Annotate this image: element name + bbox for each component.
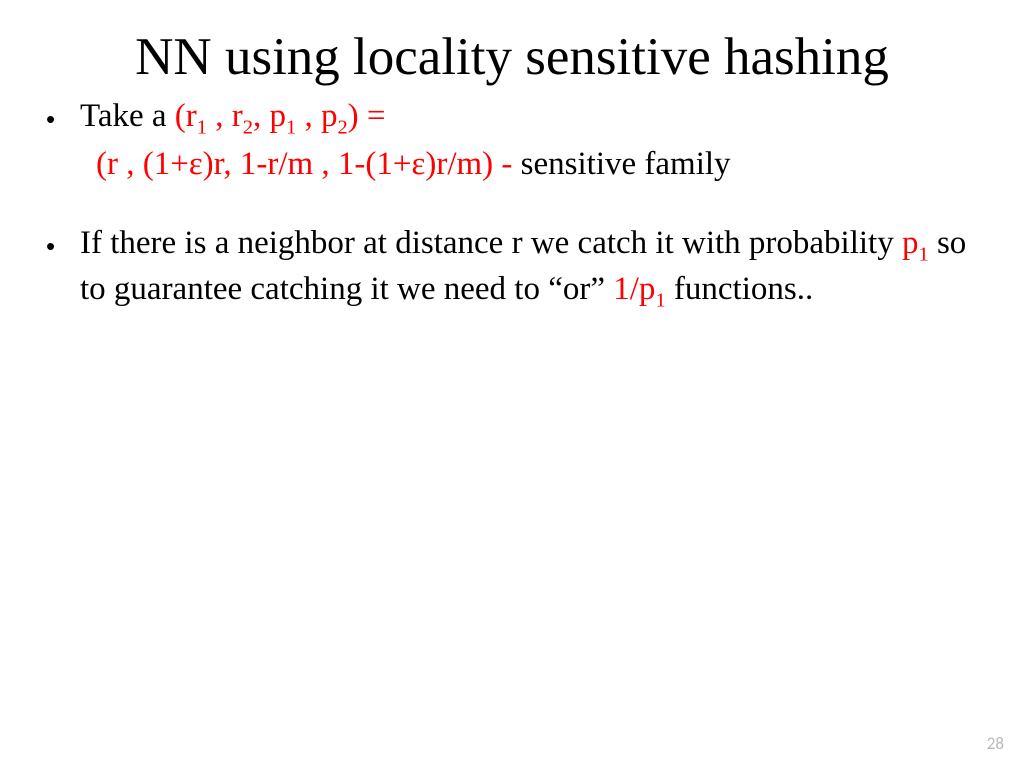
tuple-close: ) = (348, 98, 386, 134)
b2-p1-sub: 1 (918, 244, 928, 266)
b2-inv-sub: 1 (655, 289, 665, 311)
bullet1-tuple: (r1 , r2, p1 , p2) = (175, 98, 386, 134)
b2-p1-base: p (902, 225, 919, 261)
bullet1-continuation: (r , (1+ε)r, 1-r/m , 1-(1+ε)r/m) - sensi… (80, 142, 984, 188)
sub-r1: 1 (197, 117, 207, 139)
slide: NN using locality sensitive hashing Take… (0, 0, 1024, 768)
tuple-open: (r (175, 98, 197, 134)
b2-p1: p1 (902, 225, 929, 261)
page-number: 28 (987, 733, 1004, 754)
line2-red: (r , (1+ε)r, 1-r/m , 1-(1+ε)r/m) - (96, 146, 521, 182)
slide-title: NN using locality sensitive hashing (0, 0, 1024, 86)
slide-body: Take a (r1 , r2, p1 , p2) = (r , (1+ε)r,… (0, 86, 1024, 312)
sep1: , r (207, 98, 243, 134)
sub-p1: 1 (286, 117, 296, 139)
b2-inv: 1/p1 (613, 271, 665, 307)
b2-inv-base: 1/p (613, 271, 655, 307)
sub-p2: 2 (337, 117, 347, 139)
sep2: , p (253, 98, 286, 134)
sub-r2: 2 (243, 117, 253, 139)
bullet-2: If there is a neighbor at distance r we … (80, 221, 984, 312)
b2-part3: functions.. (666, 271, 814, 307)
sep3: , p (296, 98, 337, 134)
line2-black: sensitive family (521, 146, 731, 182)
bullet1-lead: Take a (80, 98, 175, 134)
bullet-1: Take a (r1 , r2, p1 , p2) = (r , (1+ε)r,… (80, 94, 984, 187)
b2-part1: If there is a neighbor at distance r we … (80, 225, 902, 261)
